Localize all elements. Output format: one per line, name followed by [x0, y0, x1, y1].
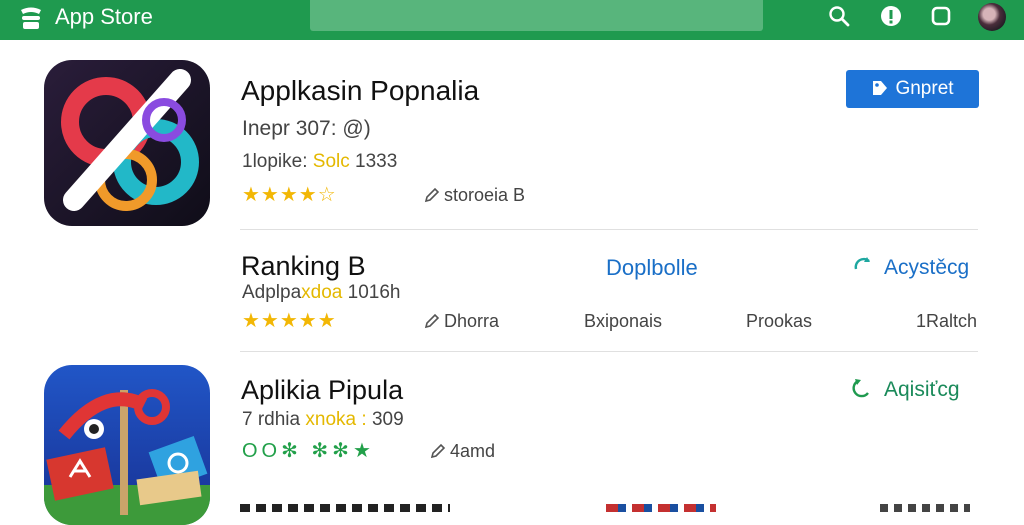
app-subtitle-3: 7 rdhia xnoka : 309 [242, 409, 404, 430]
info-icon[interactable] [880, 5, 902, 27]
app-title: App Store [55, 4, 153, 29]
store-logo-icon[interactable] [18, 6, 44, 32]
app-icon-pipula[interactable] [44, 365, 210, 525]
app-subtitle-1: Inepr 307: @) [242, 117, 371, 140]
app-meta-3: 4amd [430, 440, 495, 462]
app-meta-1: storoeia B [424, 184, 525, 206]
app-meta-2a: Dhorra [424, 310, 499, 332]
divider [240, 351, 978, 352]
next-row-partial [240, 504, 980, 512]
refresh-icon [854, 257, 870, 270]
top-bar: App Store [0, 0, 1024, 40]
rating-stars-2: ★★★★★ [242, 310, 337, 332]
search-icon[interactable] [828, 5, 850, 27]
pencil-icon [424, 187, 440, 203]
avatar[interactable] [978, 3, 1006, 31]
acquire-button-3[interactable]: Aqisiťcg [852, 377, 960, 403]
tag-icon [873, 81, 888, 95]
get-button[interactable]: Gnpret [846, 70, 979, 108]
app-meta-2d: 1Raltch [916, 311, 978, 331]
app-title-3[interactable]: Aplikia Pipula [241, 374, 403, 406]
app-meta-2c: Prookas [746, 311, 813, 331]
refresh-icon [852, 379, 869, 398]
pencil-icon [424, 313, 440, 329]
rating-stars-1: ★★★★☆ [242, 184, 337, 206]
divider [240, 229, 978, 230]
acquire-button-2[interactable]: Acystěcg [852, 255, 969, 281]
rating-symbols-3: OO✻ ✻✻★ [242, 440, 375, 462]
pencil-icon [430, 443, 446, 459]
search-input[interactable] [310, 0, 763, 31]
details-link[interactable]: Doplbolle [606, 255, 698, 281]
app-subtitle-2: Adplpaxdoa 1016h [242, 282, 401, 303]
app-title-1[interactable]: Applkasin Popnalia [241, 75, 479, 107]
app-title-2[interactable]: Ranking B [241, 250, 366, 282]
app-meta-2b: Bxiponais [584, 311, 663, 331]
window-icon[interactable] [930, 5, 952, 27]
app-icon-popnalia[interactable] [44, 60, 210, 226]
app-info-1: 1lopike: Solc 1333 [242, 151, 398, 172]
